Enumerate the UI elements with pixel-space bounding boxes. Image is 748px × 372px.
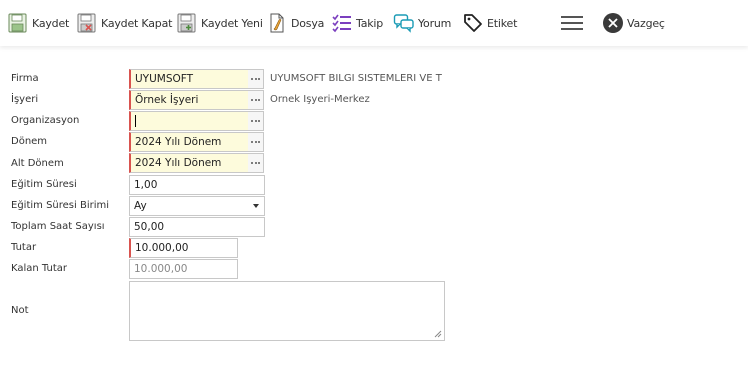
alt-donem-input[interactable]: 2024 Yılı Dönem (129, 153, 249, 173)
kalan-tutar-label: Kalan Tutar (11, 263, 68, 274)
file-button[interactable]: Dosya (266, 12, 324, 34)
isyeri-label: İşyeri (11, 94, 39, 105)
donem-input[interactable]: 2024 Yılı Dönem (129, 132, 249, 152)
organizasyon-input[interactable] (129, 111, 249, 131)
isyeri-lookup-button[interactable] (248, 90, 264, 110)
egitim-suresi-input[interactable]: 1,00 (129, 175, 265, 195)
toolbar: Kaydet Kaydet Kapat Kaydet Yeni Dosya Ta… (0, 0, 748, 46)
save-icon (7, 12, 29, 34)
save-close-label: Kaydet Kapat (101, 16, 173, 30)
menu-button[interactable] (560, 12, 583, 34)
comment-button[interactable]: Yorum (393, 12, 451, 34)
comment-label: Yorum (418, 16, 452, 30)
isyeri-input[interactable]: Örnek İşyeri (129, 90, 249, 110)
kalan-tutar-input: 10.000,00 (129, 259, 238, 279)
follow-label: Takip (356, 16, 384, 30)
ellipsis-icon (251, 120, 260, 122)
egitim-suresi-birimi-label: Eğitim Süresi Birimi (11, 200, 110, 211)
cancel-label: Vazgeç (627, 16, 665, 30)
follow-button[interactable]: Takip (331, 12, 383, 34)
alt-donem-lookup-button[interactable] (248, 153, 264, 173)
file-icon (266, 12, 288, 34)
organizasyon-lookup-button[interactable] (248, 111, 264, 131)
firma-input[interactable]: UYUMSOFT (129, 69, 249, 89)
save-new-icon (176, 12, 198, 34)
toplam-saat-input[interactable]: 50,00 (129, 217, 265, 237)
file-label: Dosya (291, 16, 325, 30)
save-new-label: Kaydet Yeni (201, 16, 263, 30)
checklist-icon (331, 12, 353, 34)
ellipsis-icon (251, 78, 260, 80)
tutar-label: Tutar (11, 242, 37, 253)
alt-donem-label: Alt Dönem (11, 158, 64, 169)
save-close-button[interactable]: Kaydet Kapat (76, 12, 172, 34)
tag-button[interactable]: Etiket (462, 12, 517, 34)
donem-label: Dönem (11, 136, 48, 147)
organizasyon-label: Organizasyon (11, 115, 80, 126)
text-cursor (135, 115, 136, 127)
save-close-icon (76, 12, 98, 34)
toplam-saat-label: Toplam Saat Sayısı (11, 221, 105, 232)
not-label: Not (11, 305, 29, 316)
close-icon (602, 12, 624, 34)
tutar-input[interactable]: 10.000,00 (129, 238, 238, 258)
tag-label: Etiket (487, 16, 518, 30)
ellipsis-icon (251, 162, 260, 164)
tag-icon (462, 12, 484, 34)
firma-description: UYUMSOFT BİLGİ SİSTEMLERİ VE T (270, 73, 442, 84)
egitim-suresi-birimi-select[interactable]: Ay (129, 196, 265, 216)
cancel-button[interactable]: Vazgeç (602, 12, 665, 34)
egitim-suresi-label: Eğitim Süresi (11, 179, 77, 190)
save-button[interactable]: Kaydet (7, 12, 69, 34)
resize-handle-icon[interactable] (434, 330, 442, 338)
isyeri-description: Örnek İşyeri-Merkez (270, 94, 370, 105)
save-label: Kaydet (32, 16, 70, 30)
donem-lookup-button[interactable] (248, 132, 264, 152)
chevron-down-icon (253, 204, 259, 208)
egitim-suresi-birimi-value: Ay (134, 200, 147, 212)
firma-lookup-button[interactable] (248, 69, 264, 89)
hamburger-icon (560, 12, 583, 34)
not-textarea[interactable] (129, 281, 445, 341)
save-new-button[interactable]: Kaydet Yeni (176, 12, 263, 34)
ellipsis-icon (251, 141, 260, 143)
firma-label: Firma (11, 73, 39, 84)
ellipsis-icon (251, 99, 260, 101)
comment-icon (393, 12, 415, 34)
